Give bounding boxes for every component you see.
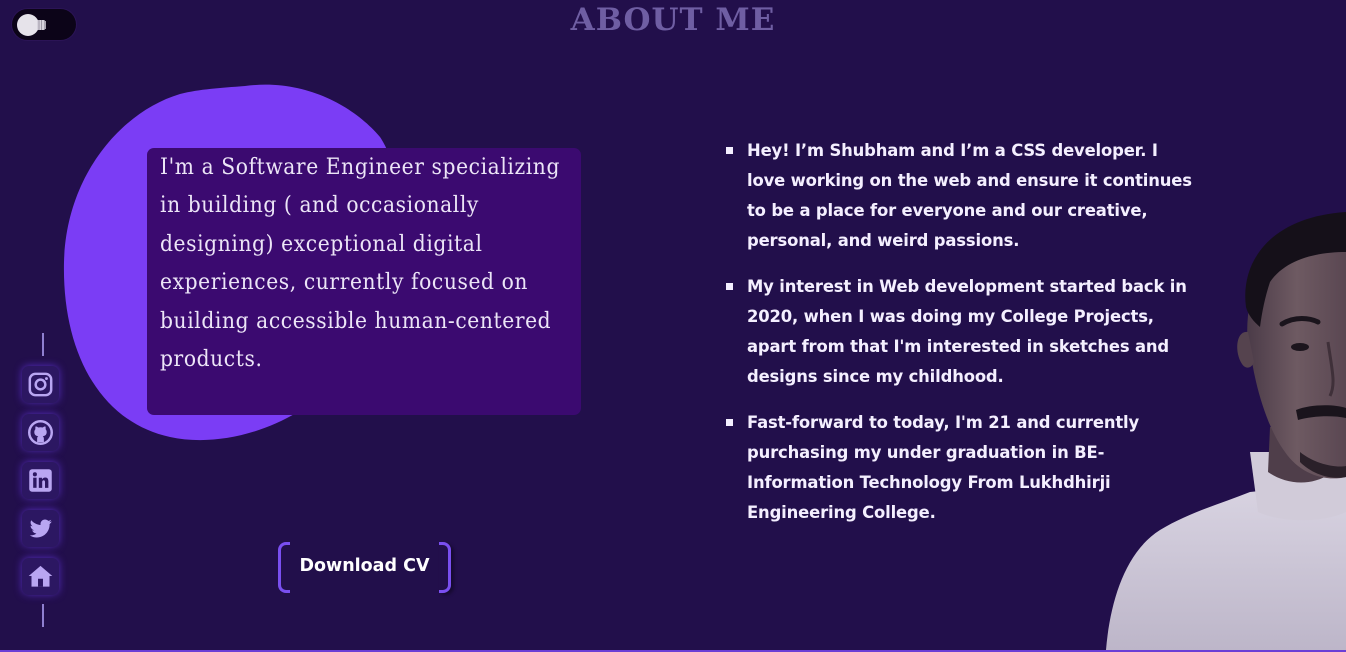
intro-text: I'm a Software Engineer specializing in … [160,154,561,373]
bullet-square [726,419,733,426]
github-icon [28,420,53,445]
twitter-icon [29,519,52,538]
linkedin-icon [29,469,52,492]
page-title: ABOUT ME [570,2,776,38]
social-divider-bottom [42,604,44,627]
home-icon [28,565,53,587]
linkedin-link[interactable] [22,462,59,499]
button-right-bracket [439,542,451,593]
bullet-square [726,283,733,290]
button-left-bracket [278,542,290,593]
instagram-icon [28,372,53,397]
intro-card: I'm a Software Engineer specializing in … [147,148,581,415]
instagram-link[interactable] [22,366,59,403]
home-link[interactable] [22,558,59,595]
twitter-link[interactable] [22,510,59,547]
social-divider-top [42,333,44,356]
profile-photo [1106,212,1346,650]
github-link[interactable] [22,414,59,451]
download-cv-label: Download CV [299,555,430,576]
download-cv-button[interactable]: Download CV [278,542,451,593]
bullet-square [726,147,733,154]
about-point-text: Fast-forward to today, I'm 21 and curren… [747,413,1140,522]
